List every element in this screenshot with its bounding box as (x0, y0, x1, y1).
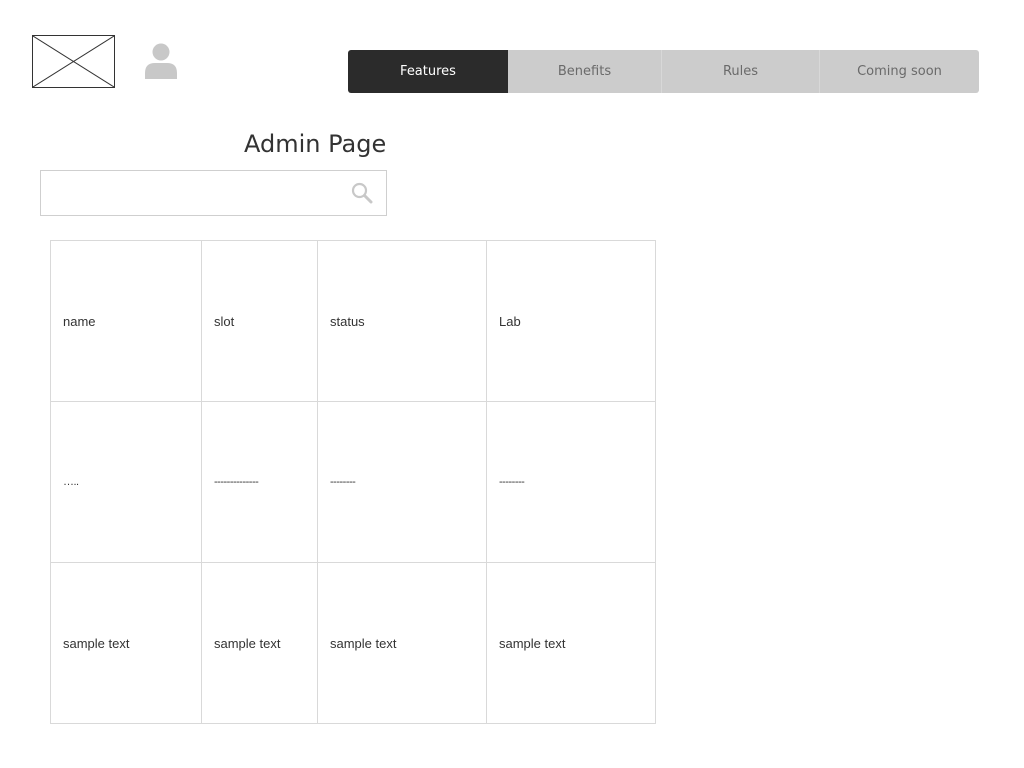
search-input[interactable] (41, 171, 386, 215)
user-avatar-icon[interactable] (145, 43, 177, 79)
page-title: Admin Page (244, 130, 387, 158)
table-cell-lab: Lab (486, 240, 656, 402)
table-header-row: name slot status Lab (50, 240, 656, 402)
table-cell-slot: slot (201, 240, 318, 402)
admin-table: name slot status Lab ….. -------------- … (50, 240, 656, 724)
table-row: sample text sample text sample text samp… (50, 562, 656, 724)
table-cell: ….. (50, 401, 202, 563)
table-cell-status: status (317, 240, 487, 402)
logo-placeholder-image (32, 35, 115, 88)
table-cell: sample text (317, 562, 487, 724)
tab-benefits[interactable]: Benefits (508, 50, 662, 93)
search-icon[interactable] (351, 182, 373, 204)
tab-features[interactable]: Features (348, 50, 508, 93)
table-cell: sample text (201, 562, 318, 724)
tab-rules[interactable]: Rules (662, 50, 820, 93)
table-row: ….. -------------- -------- -------- (50, 401, 656, 563)
tab-coming-soon[interactable]: Coming soon (820, 50, 979, 93)
main-nav: Features Benefits Rules Coming soon (348, 50, 979, 93)
image-placeholder-icon (33, 36, 114, 87)
table-cell: -------- (486, 401, 656, 563)
table-cell-name: name (50, 240, 202, 402)
table-cell: -------- (317, 401, 487, 563)
table-cell: -------------- (201, 401, 318, 563)
table-cell: sample text (50, 562, 202, 724)
search-box (40, 170, 387, 216)
table-cell: sample text (486, 562, 656, 724)
